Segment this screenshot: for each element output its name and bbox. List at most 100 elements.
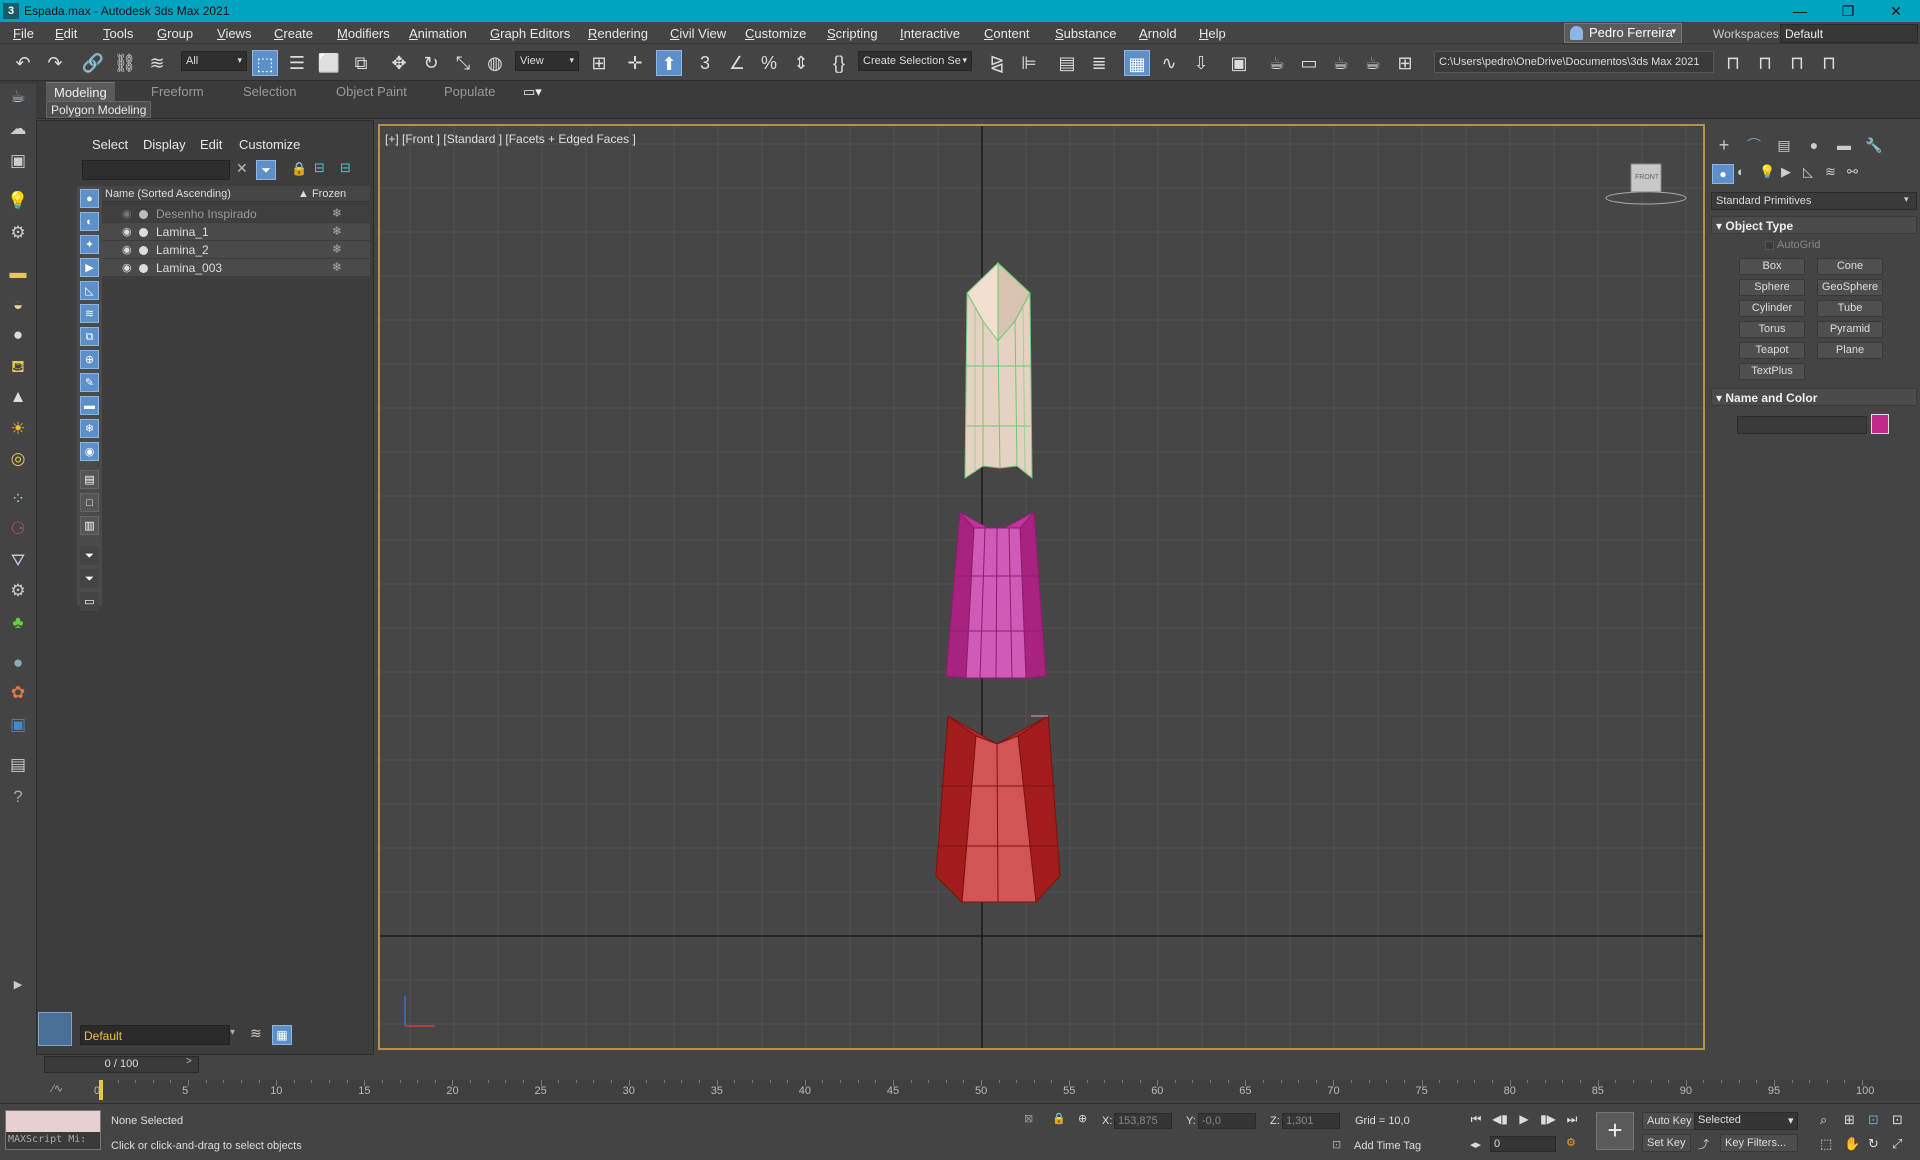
add-time-tag-button[interactable]: Add Time Tag [1354, 1140, 1421, 1152]
keyboard-shortcut-toggle-icon[interactable]: ⬆ [656, 50, 682, 76]
scene-menu-edit[interactable]: Edit [200, 137, 222, 152]
zoom-extents-icon[interactable]: ⊡ [1868, 1112, 1879, 1128]
help-icon[interactable]: ? [5, 784, 31, 810]
bones-filter-icon[interactable]: ✎ [80, 373, 99, 392]
hidden-filter-icon[interactable]: ◉ [80, 442, 99, 461]
time-cursor[interactable] [99, 1080, 103, 1100]
selection-filter-dropdown[interactable]: All [181, 51, 247, 71]
select-object-icon[interactable]: ⬚ [252, 50, 278, 76]
z-coordinate-field[interactable]: 1,301 [1282, 1113, 1340, 1129]
lights-filter-icon[interactable]: ✦ [80, 235, 99, 254]
display-all-icon[interactable]: ▤ [80, 470, 99, 489]
scene-menu-customize[interactable]: Customize [239, 137, 300, 152]
frozen-filter-icon[interactable]: ❄ [80, 419, 99, 438]
spacewarps-category-icon[interactable]: ≋ [1825, 164, 1836, 180]
viewport-icon[interactable]: ▣ [5, 148, 31, 174]
render-icon[interactable]: ▣ [5, 712, 31, 738]
folder-icon[interactable]: ▭ [80, 592, 99, 611]
timeline-track[interactable]: 0 5 10 15 20 25 30 35 40 45 50 55 60 65 70 75 80 85 90 95 10… [94, 1080, 1920, 1100]
visibility-eye-icon[interactable]: ◉ [122, 261, 132, 274]
layer-hierarchy-icon[interactable]: ⊟ [340, 160, 351, 176]
edit-named-selection-icon[interactable]: {} [826, 50, 852, 76]
material-editor-icon[interactable]: ▣ [1226, 50, 1252, 76]
auto-key-button[interactable]: Auto Key [1642, 1112, 1697, 1130]
torus-icon[interactable]: ◎ [5, 446, 31, 472]
object-name-input[interactable] [1737, 416, 1867, 434]
visibility-eye-icon[interactable]: ◉ [122, 225, 132, 238]
column-name-header[interactable]: Name (Sorted Ascending) [105, 188, 231, 200]
lights-category-icon[interactable]: 💡 [1759, 164, 1775, 180]
reference-coordinate-dropdown[interactable]: View [515, 51, 579, 71]
key-mode-dropdown[interactable]: Selected [1694, 1112, 1798, 1130]
material-sphere-icon[interactable]: ● [5, 650, 31, 676]
tube-button[interactable]: Tube [1817, 300, 1883, 317]
scene-search-input[interactable] [82, 160, 230, 180]
sun-icon[interactable]: ☀ [5, 416, 31, 442]
hierarchy-icon[interactable]: ⊟ [314, 160, 325, 176]
filter-funnel-icon[interactable]: ⏷ [80, 546, 99, 565]
column-frozen-header[interactable]: ▲ Frozen [298, 188, 346, 200]
display-tab-icon[interactable]: ▬ [1833, 134, 1855, 156]
pyramid-button[interactable]: Pyramid [1817, 321, 1883, 338]
project-folder-icon[interactable]: ⊓ [1720, 50, 1746, 76]
mirror-icon[interactable]: ⧎ [984, 50, 1010, 76]
time-next-arrow-icon[interactable]: > [186, 1056, 196, 1067]
helpers-category-icon[interactable]: ◺ [1803, 164, 1813, 180]
menu-customize[interactable]: Customize [745, 26, 806, 41]
toggle-scene-explorer-icon[interactable]: ▤ [1054, 50, 1080, 76]
undo-icon[interactable]: ↶ [10, 50, 36, 76]
time-configuration-icon[interactable]: ⚙ [1566, 1136, 1576, 1149]
light-icon[interactable]: 💡 [5, 188, 31, 214]
menu-file[interactable]: File [13, 26, 34, 41]
active-layer-dropdown[interactable]: Default [80, 1025, 230, 1045]
time-slider[interactable]: 0 / 100 [44, 1056, 199, 1073]
bind-space-warp-icon[interactable]: ≋ [144, 50, 170, 76]
go-to-end-icon[interactable]: ⏭ [1562, 1112, 1582, 1128]
shapes-filter-icon[interactable]: ◐ [80, 212, 99, 231]
filter-funnel-2-icon[interactable]: ⏷ [80, 569, 99, 588]
isolate-selection-icon[interactable]: ⊠ [1024, 1112, 1033, 1125]
hierarchy-tab-icon[interactable]: ▤ [1773, 134, 1795, 156]
key-mode-toggle-icon[interactable]: ◂▸ [1470, 1138, 1481, 1151]
box-icon[interactable]: ▬ [5, 260, 31, 286]
scene-row[interactable]: ◉ Lamina_1 ❄ [102, 223, 370, 241]
render-in-cloud-icon[interactable]: ⊞ [1392, 50, 1418, 76]
sphere-icon[interactable]: ● [5, 322, 31, 348]
absolute-mode-icon[interactable]: ⊕ [1078, 1112, 1087, 1125]
viewcube-face-label[interactable]: FRONT [1632, 174, 1662, 181]
asset-icon[interactable]: ▤ [5, 752, 31, 778]
scene-row[interactable]: ◉ Lamina_2 ❄ [102, 241, 370, 259]
key-tangent-icon[interactable]: ⤴ [1698, 1136, 1709, 1152]
menu-group[interactable]: Group [157, 26, 193, 41]
toggle-ribbon-icon[interactable]: ▦ [1124, 50, 1150, 76]
set-project-folder-icon[interactable]: ⊓ [1784, 50, 1810, 76]
menu-help[interactable]: Help [1199, 26, 1226, 41]
frozen-snowflake-icon[interactable]: ❄ [332, 224, 342, 238]
menu-views[interactable]: Views [217, 26, 251, 41]
cloud-icon[interactable]: ☁ [5, 116, 31, 142]
primitive-category-dropdown[interactable]: Standard Primitives [1711, 192, 1917, 210]
project-path-dropdown[interactable]: C:\Users\pedro\OneDrive\Documentos\3ds M… [1434, 51, 1714, 73]
redo-icon[interactable]: ↷ [42, 50, 68, 76]
maxscript-listener[interactable]: MAXScript Mi: [5, 1110, 101, 1150]
sphere-button[interactable]: Sphere [1739, 279, 1805, 296]
layers-icon[interactable]: ≋ [250, 1025, 262, 1042]
menu-content[interactable]: Content [984, 26, 1030, 41]
render-iterative-icon[interactable]: ☕ [1360, 50, 1386, 76]
lock-icon[interactable]: 🔒 [291, 161, 307, 177]
menu-scripting[interactable]: Scripting [827, 26, 878, 41]
object-type-rollout[interactable]: ▾ Object Type [1711, 216, 1917, 234]
torus-button[interactable]: Torus [1739, 321, 1805, 338]
geometry-category-icon[interactable]: ● [1712, 164, 1734, 184]
chevron-down-icon[interactable]: ▾ [1904, 194, 1909, 205]
spacewarps-filter-icon[interactable]: ≋ [80, 304, 99, 323]
maximize-viewport-icon[interactable]: ⤢ [1892, 1136, 1902, 1152]
zoom-all-icon[interactable]: ⊞ [1844, 1112, 1855, 1128]
key-filters-button[interactable]: Key Filters... [1720, 1134, 1798, 1152]
link-icon[interactable]: 🔗 [80, 50, 106, 76]
layer-settings-icon[interactable]: ▦ [272, 1025, 292, 1045]
create-tab-icon[interactable]: + [1713, 134, 1735, 156]
layer-explorer-toggle[interactable] [38, 1012, 72, 1046]
create-project-icon[interactable]: ⊓ [1752, 50, 1778, 76]
close-button[interactable]: ✕ [1876, 1, 1916, 21]
